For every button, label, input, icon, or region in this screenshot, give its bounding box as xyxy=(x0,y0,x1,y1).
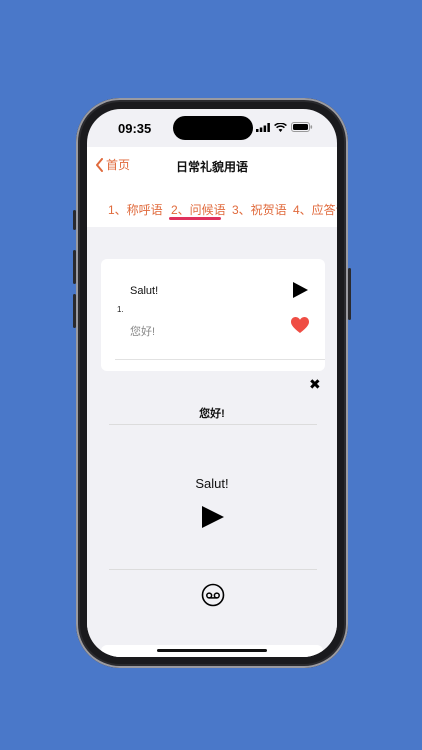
home-indicator xyxy=(157,649,267,652)
status-icons xyxy=(256,122,313,132)
tab-3[interactable]: 3、祝贺语 xyxy=(232,201,287,218)
tab-2[interactable]: 2、问候语 xyxy=(171,201,226,218)
divider xyxy=(109,569,317,570)
phone-frame: 09:35 首页 日常礼貌用语 1、称呼语 2、问候语 3、祝贺语 4、应答 1… xyxy=(73,98,351,668)
tab-4[interactable]: 4、应答语 xyxy=(293,201,337,218)
mute-switch xyxy=(73,210,76,230)
battery-icon xyxy=(291,122,313,132)
voicemail-icon[interactable] xyxy=(201,583,225,607)
signal-icon xyxy=(256,122,270,132)
heart-icon[interactable] xyxy=(291,317,309,334)
popup-title: 您好! xyxy=(199,408,225,420)
detail-popup: ✖ 您好! Salut! xyxy=(87,371,337,657)
category-tabs: 1、称呼语 2、问候语 3、祝贺语 4、应答语 xyxy=(87,187,337,227)
screen: 09:35 首页 日常礼貌用语 1、称呼语 2、问候语 3、祝贺语 4、应答 1… xyxy=(87,109,337,657)
item-phrase: Salut! xyxy=(130,285,159,297)
dynamic-island xyxy=(173,116,253,140)
divider xyxy=(115,359,325,360)
close-icon[interactable]: ✖ xyxy=(309,376,321,393)
selected-tab-indicator xyxy=(169,217,221,220)
volume-down-button xyxy=(73,294,76,328)
page-title: 日常礼貌用语 xyxy=(175,160,248,174)
list-item[interactable]: 1. Salut! 您好! xyxy=(101,259,325,371)
nav-header: 首页 日常礼貌用语 xyxy=(87,147,337,187)
divider xyxy=(109,424,317,425)
play-icon[interactable] xyxy=(291,281,309,299)
popup-phrase: Salut! xyxy=(195,476,229,491)
tab-1[interactable]: 1、称呼语 xyxy=(108,201,163,218)
item-translation: 您好! xyxy=(130,326,156,338)
volume-up-button xyxy=(73,250,76,284)
play-icon[interactable] xyxy=(201,505,225,529)
power-button xyxy=(348,268,351,320)
wifi-icon xyxy=(274,122,287,132)
status-time: 09:35 xyxy=(118,121,152,136)
item-number: 1. xyxy=(117,305,124,314)
